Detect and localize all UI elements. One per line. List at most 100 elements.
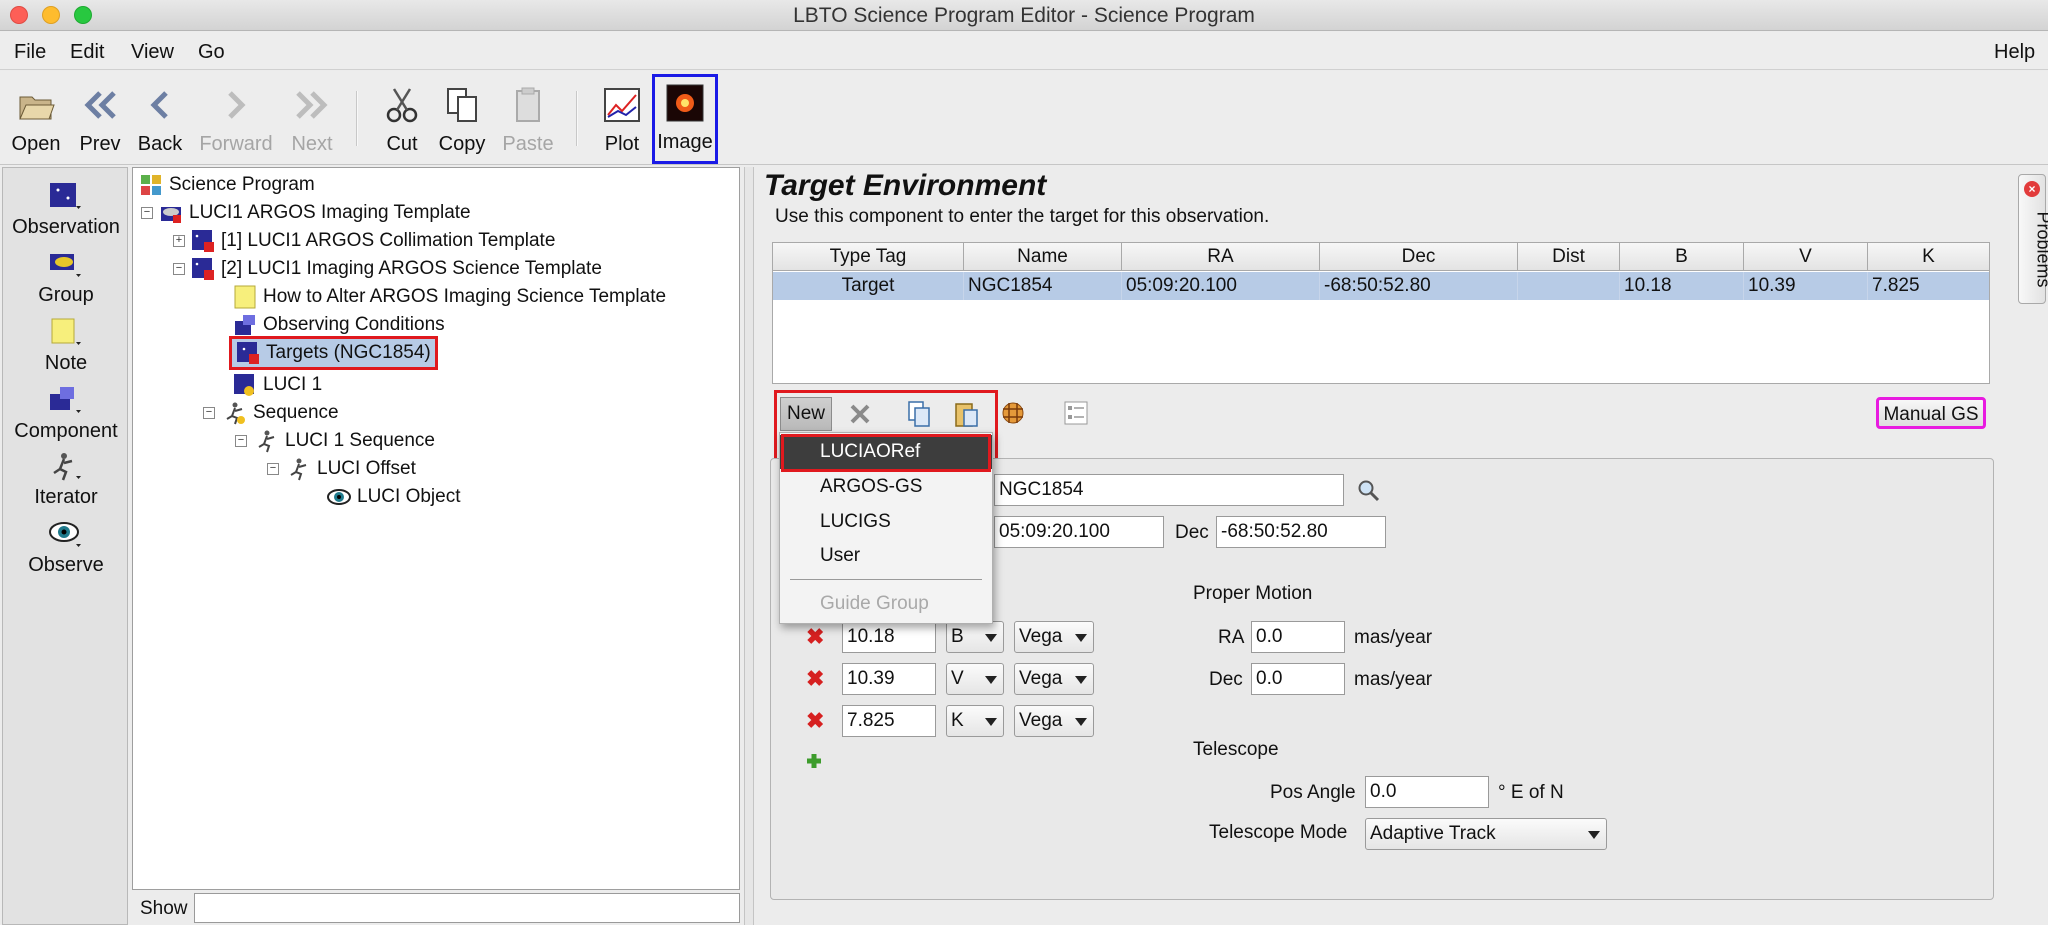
menu-go[interactable]: Go [198, 41, 225, 64]
magnitude-value-field[interactable]: 7.825 [842, 705, 936, 737]
tree-item-targets[interactable]: Targets (NGC1854) [229, 336, 438, 370]
table-cell: NGC1854 [964, 272, 1122, 300]
palette-note[interactable]: Note [3, 316, 129, 375]
cut-button[interactable]: Cut [372, 79, 432, 159]
menu-view[interactable]: View [131, 41, 174, 64]
manual-gs-button[interactable]: Manual GS [1876, 397, 1986, 429]
collapse-icon[interactable]: − [235, 435, 247, 447]
system-select[interactable]: Vega [1014, 621, 1094, 653]
plot-button[interactable]: Plot [592, 79, 652, 159]
table-cell: 05:09:20.100 [1122, 272, 1320, 300]
column-header[interactable]: Type Tag [773, 243, 964, 271]
band-select[interactable]: V [946, 663, 1004, 695]
system-select[interactable]: Vega [1014, 663, 1094, 695]
menu-edit[interactable]: Edit [70, 41, 104, 64]
column-header[interactable]: RA [1122, 243, 1320, 271]
telescope-title: Telescope [1193, 739, 1279, 760]
band-select[interactable]: B [946, 621, 1004, 653]
tree-item-note[interactable]: How to Alter ARGOS Imaging Science Templ… [233, 283, 666, 311]
splitter[interactable] [744, 167, 754, 925]
column-header[interactable]: Dec [1320, 243, 1518, 271]
table-cell [1518, 272, 1620, 300]
menu-item-argos-gs[interactable]: ARGOS-GS [780, 470, 992, 504]
toolbar-separator [576, 91, 578, 146]
magnitude-value-field[interactable]: 10.39 [842, 663, 936, 695]
pm-dec-field[interactable]: 0.0 [1251, 663, 1345, 695]
plot-icon [604, 88, 640, 122]
collapse-icon[interactable]: − [203, 407, 215, 419]
show-filter-input[interactable] [194, 893, 740, 923]
tree-item-luci1[interactable]: LUCI 1 [233, 371, 322, 399]
table-cell: 7.825 [1872, 275, 1920, 296]
magnitude-value-field[interactable]: 10.18 [842, 621, 936, 653]
remove-magnitude-icon[interactable]: ✖ [806, 666, 824, 692]
name-field[interactable]: NGC1854 [994, 474, 1344, 506]
open-button[interactable]: Open [6, 79, 66, 159]
tree-item-luci-offset[interactable]: − LUCI Offset [267, 455, 416, 483]
back-button[interactable]: Back [130, 79, 190, 159]
prev-button[interactable]: Prev [70, 79, 130, 159]
palette-observe[interactable]: Observe [3, 518, 129, 577]
double-chevron-left-icon [84, 91, 116, 119]
tree-item-imaging[interactable]: − [2] LUCI1 Imaging ARGOS Science Templa… [173, 255, 602, 283]
image-button[interactable]: Image [652, 74, 718, 164]
tree-item-conditions[interactable]: Observing Conditions [233, 311, 445, 339]
palette-component[interactable]: Component [3, 384, 129, 443]
dec-field[interactable]: -68:50:52.80 [1216, 516, 1386, 548]
search-icon[interactable] [1356, 478, 1380, 502]
list-icon[interactable] [1064, 401, 1088, 425]
copy-button[interactable]: Copy [432, 79, 492, 159]
palette-iterator[interactable]: Iterator [3, 450, 129, 509]
science-program-tree: Science Program − LUCI1 ARGOS Imaging Te… [132, 167, 740, 890]
chevron-down-icon [1075, 718, 1087, 726]
ra-field[interactable]: 05:09:20.100 [994, 516, 1164, 548]
eye-icon [49, 522, 81, 547]
pm-ra-field[interactable]: 0.0 [1251, 621, 1345, 653]
remove-magnitude-icon[interactable]: ✖ [806, 708, 824, 734]
menu-file[interactable]: File [14, 41, 46, 64]
column-header[interactable]: B [1620, 243, 1744, 271]
pm-ra-unit: mas/year [1354, 627, 1433, 648]
column-header[interactable]: Dist [1518, 243, 1620, 271]
chevron-down-icon [1075, 634, 1087, 642]
expand-icon[interactable]: + [173, 235, 185, 247]
tree-item-collimation[interactable]: + [1] LUCI1 ARGOS Collimation Template [173, 227, 555, 255]
system-select[interactable]: Vega [1014, 705, 1094, 737]
add-magnitude-icon[interactable] [805, 752, 823, 770]
page-subtitle: Use this component to enter the target f… [775, 206, 1270, 227]
grid-icon[interactable] [1000, 400, 1026, 426]
paste-button[interactable]: Paste [498, 79, 558, 159]
eye-icon [327, 489, 351, 505]
palette-group[interactable]: Group [3, 248, 129, 307]
pos-angle-field[interactable]: 0.0 [1365, 776, 1489, 808]
collapse-icon[interactable]: − [141, 207, 153, 219]
column-header[interactable]: V [1744, 243, 1868, 271]
next-button[interactable]: Next [282, 79, 342, 159]
palette-observation[interactable]: Observation [3, 180, 129, 239]
menu-item-user[interactable]: User [780, 539, 992, 573]
forward-button[interactable]: Forward [192, 79, 280, 159]
collapse-icon[interactable]: − [173, 263, 185, 275]
telescope-mode-select[interactable]: Adaptive Track [1365, 818, 1607, 850]
tree-item-template[interactable]: − LUCI1 ARGOS Imaging Template [141, 199, 471, 227]
column-header[interactable]: Name [964, 243, 1122, 271]
band-select[interactable]: K [946, 705, 1004, 737]
menu-bar: File Edit View Go Help [0, 32, 2048, 70]
component-icon [50, 387, 81, 413]
table-row[interactable]: Target NGC1854 05:09:20.100 -68:50:52.80… [773, 272, 1989, 300]
tree-item-luci-sequence[interactable]: − LUCI 1 Sequence [235, 427, 435, 455]
title-bar: LBTO Science Program Editor - Science Pr… [0, 0, 2048, 31]
tree-root[interactable]: Science Program [139, 171, 315, 199]
menu-help[interactable]: Help [1994, 41, 2035, 64]
collapse-icon[interactable]: − [267, 463, 279, 475]
column-header[interactable]: K [1868, 243, 1989, 271]
observation-icon [50, 183, 81, 209]
table-cell: 10.18 [1620, 272, 1744, 300]
observation-icon [192, 258, 214, 280]
tree-item-luci-object[interactable]: LUCI Object [327, 483, 460, 511]
problems-tab[interactable]: × Problems [2018, 174, 2048, 304]
tree-item-sequence[interactable]: − Sequence [203, 399, 339, 427]
menu-item-lucigs[interactable]: LUCIGS [780, 505, 992, 539]
page-title: Target Environment [764, 169, 1047, 202]
remove-magnitude-icon[interactable]: ✖ [806, 624, 824, 650]
